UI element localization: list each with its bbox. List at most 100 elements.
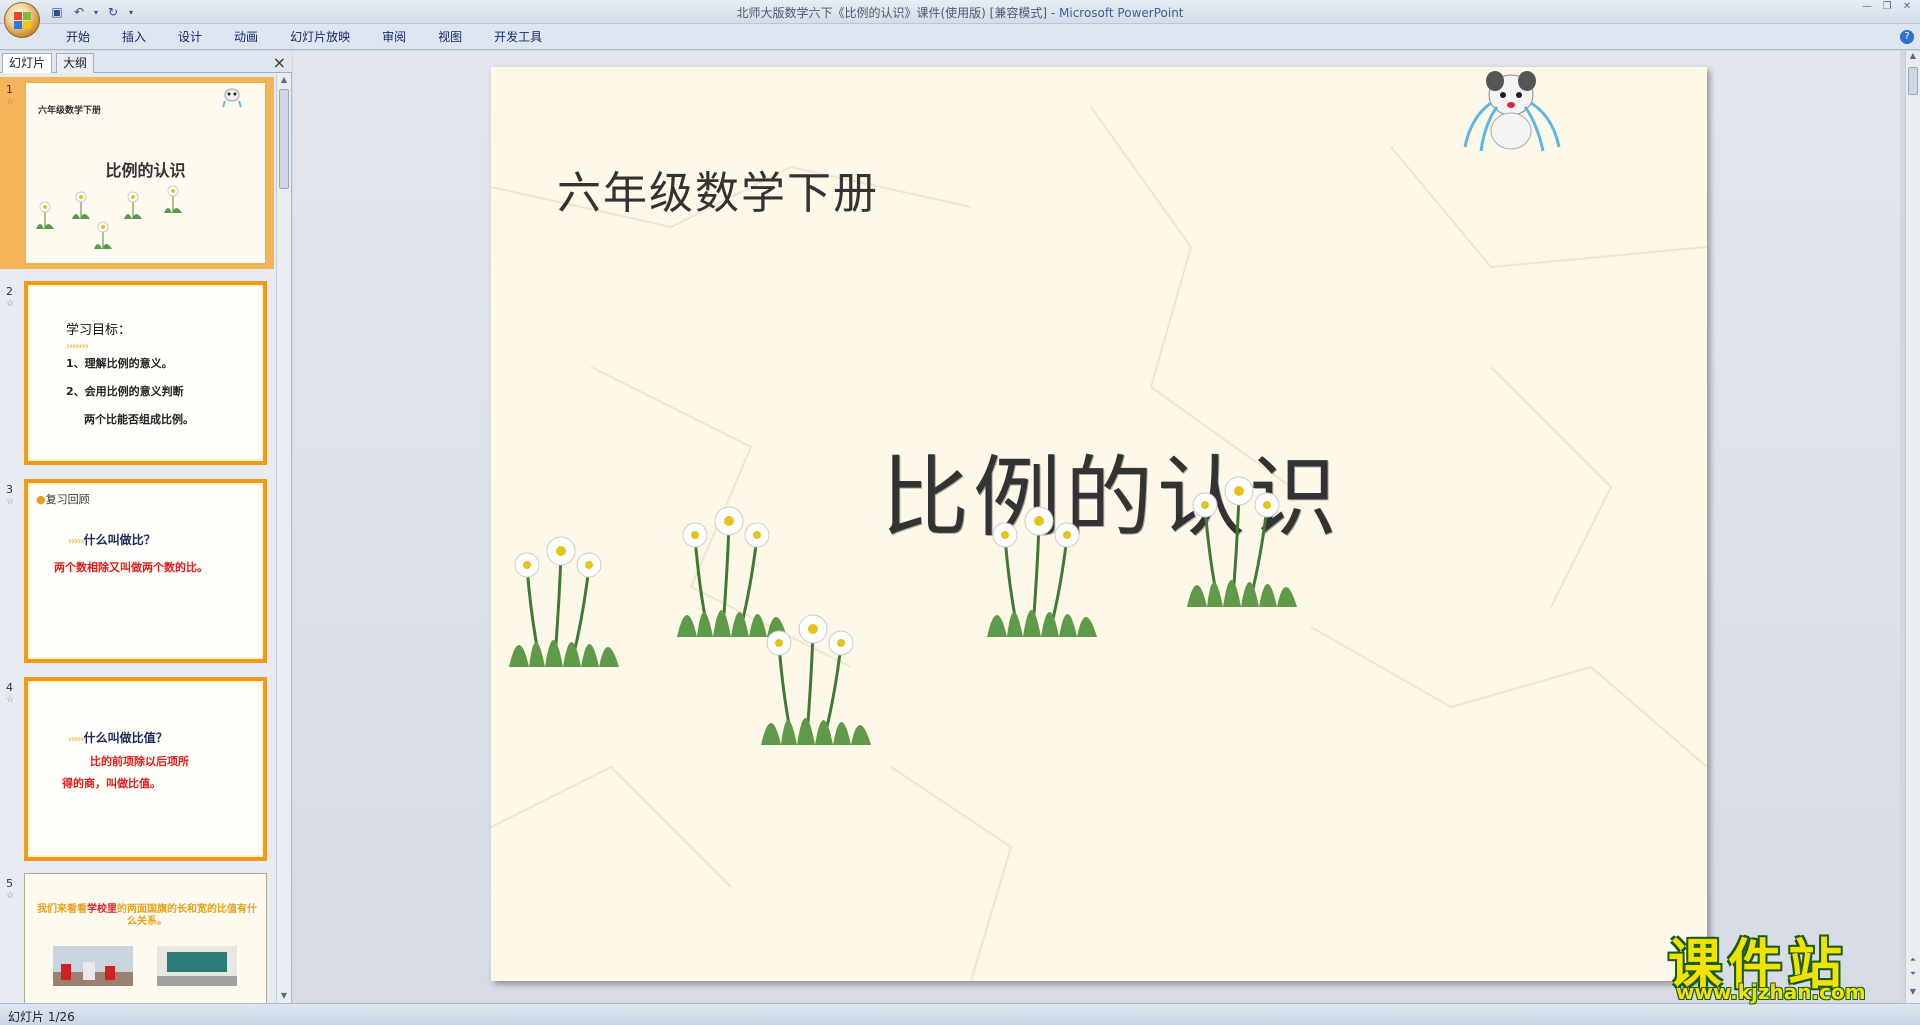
scroll-up-icon[interactable]: ▲ [1906, 51, 1920, 63]
chevron-decoration-icon: ››››››› [66, 341, 89, 352]
thumbnail-1[interactable]: 1 ☆ 六年级数学下册 比例的认识 [0, 77, 274, 269]
objective-line: 两个比能否组成比例。 [84, 413, 194, 426]
slide-subtitle: 六年级数学下册 [557, 168, 879, 219]
thumbnail-slide: 六年级数学下册 比例的认识 [24, 81, 267, 265]
thumbnail-number: 3 [6, 483, 13, 496]
previous-slide-icon[interactable]: ⏶ [1906, 955, 1920, 967]
daisy-flowers-icon [509, 536, 619, 667]
close-pane-icon[interactable]: × [273, 53, 286, 72]
office-button[interactable] [4, 2, 40, 38]
tab-view[interactable]: 视图 [422, 29, 478, 45]
flag-photo-image [53, 946, 133, 986]
bullet-icon: ● [36, 493, 46, 506]
question-label: 什么叫做比值？ [83, 731, 168, 745]
thumbnail-slide: 学习目标： ››››››› 1、理解比例的意义。 2、会用比例的意义判断 两个比能… [24, 281, 267, 465]
thumbnail-heading: 学习目标： ››››››› [66, 319, 131, 353]
thumbnail-slide: 我们来看看学校里的两面国旗的长和宽的比值有什么关系。 [24, 873, 267, 1003]
daisy-flowers-icon [761, 614, 871, 745]
text-part: 我们来看看 [37, 904, 87, 915]
animation-star-icon: ☆ [6, 891, 15, 901]
objective-line: 2、会用比例的意义判断 [66, 385, 184, 398]
app-name: Microsoft PowerPoint [1059, 6, 1184, 20]
office-logo-icon [14, 12, 32, 30]
slides-pane: 幻灯片 大纲 × 1 ☆ 六年级数学下册 比例的认识 2 ☆ 学习目标： ›››… [0, 51, 292, 1003]
tab-outline[interactable]: 大纲 [56, 53, 95, 73]
scroll-up-icon[interactable]: ▲ [277, 75, 291, 87]
document-title: 北师大版数学六下《比例的认识》课件(使用版) [兼容模式] [736, 6, 1048, 20]
daisy-flowers-icon [1187, 476, 1297, 607]
close-icon[interactable]: ✕ [1900, 2, 1914, 12]
thumbnail-4[interactable]: 4 ☆ ›››››什么叫做比值？ 比的前项除以后项所 得的商，叫做比值。 [0, 675, 274, 865]
thumbnail-number: 5 [6, 877, 13, 890]
help-icon[interactable]: ? [1900, 30, 1914, 44]
tab-review[interactable]: 审阅 [366, 29, 422, 45]
thumbnail-text: 我们来看看学校里的两面国旗的长和宽的比值有什么关系。 [37, 904, 257, 928]
tab-slideshow[interactable]: 幻灯片放映 [274, 29, 366, 45]
chevron-decoration-icon: ››››› [68, 536, 85, 547]
tab-home[interactable]: 开始 [50, 29, 106, 45]
ribbon-tab-bar: 开始 插入 设计 动画 幻灯片放映 审阅 视图 开发工具 ? [0, 24, 1920, 50]
next-slide-icon[interactable]: ⏷ [1906, 969, 1920, 981]
scroll-down-icon[interactable]: ▼ [1906, 987, 1920, 999]
tab-slides[interactable]: 幻灯片 [2, 53, 53, 73]
tab-insert[interactable]: 插入 [106, 29, 162, 45]
status-bar: 幻灯片 1/26 [0, 1003, 1920, 1025]
flower-icon [164, 185, 182, 213]
text-part: 的两面国旗的长和宽的比值有什么关系。 [117, 904, 257, 927]
answer-text: 两个数相除又叫做两个数的比。 [54, 561, 208, 574]
question-label: 什么叫做比？ [83, 533, 156, 547]
question-text: ›››››什么叫做比值？ [68, 729, 168, 746]
minimize-icon[interactable]: — [1860, 2, 1874, 12]
animation-star-icon: ☆ [6, 497, 15, 507]
flower-icon [36, 201, 54, 229]
animation-star-icon: ☆ [6, 299, 15, 309]
thumbnail-5[interactable]: 5 ☆ 我们来看看学校里的两面国旗的长和宽的比值有什么关系。 [0, 871, 274, 1003]
watermark-url: www.kjzhan.com [1676, 980, 1866, 1004]
scrollbar-thumb[interactable] [279, 89, 289, 189]
window-controls: — ❐ ✕ [1860, 2, 1914, 12]
slide-counter: 幻灯片 1/26 [8, 1010, 75, 1024]
thumbnail-slide: ●复习回顾 ›››››什么叫做比？ 两个数相除又叫做两个数的比。 [24, 479, 267, 663]
classroom-photo-image [157, 946, 237, 986]
text-part: 学校里 [87, 904, 117, 915]
daisy-flowers-icon [987, 506, 1097, 637]
tab-design[interactable]: 设计 [162, 29, 218, 45]
thumbnail-2[interactable]: 2 ☆ 学习目标： ››››››› 1、理解比例的意义。 2、会用比例的意义判断 … [0, 279, 274, 469]
animation-star-icon: ☆ [6, 97, 15, 107]
tab-animations[interactable]: 动画 [218, 29, 274, 45]
title-separator: - [1047, 6, 1059, 20]
objective-line: 1、理解比例的意义。 [66, 357, 173, 370]
pane-tabs: 幻灯片 大纲 × [0, 51, 292, 73]
thumbnail-number: 4 [6, 681, 13, 694]
thumbnail-list: 1 ☆ 六年级数学下册 比例的认识 2 ☆ 学习目标： ››››››› 1、理解比… [0, 75, 274, 1003]
title-bar: ▣ ↶ ▾ ↻ ▾ 北师大版数学六下《比例的认识》课件(使用版) [兼容模式] … [0, 0, 1920, 38]
slide-editor: 六年级数学下册 比例的认识 [293, 51, 1900, 1003]
restore-icon[interactable]: ❐ [1880, 2, 1894, 12]
scroll-down-icon[interactable]: ▼ [277, 991, 291, 1003]
question-text: ›››››什么叫做比？ [68, 531, 156, 548]
animation-star-icon: ☆ [6, 695, 15, 705]
answer-text: 得的商，叫做比值。 [62, 777, 161, 790]
scrollbar-thumb[interactable] [1908, 67, 1918, 95]
flower-icon [124, 191, 142, 219]
watermark: 课件站 www.kjzhan.com [1668, 920, 1908, 1004]
thumbnail-number: 1 [6, 83, 13, 96]
thumbnail-slide: ›››››什么叫做比值？ 比的前项除以后项所 得的商，叫做比值。 [24, 677, 267, 861]
crying-cartoon-icon [1463, 71, 1561, 152]
chevron-decoration-icon: ››››› [68, 734, 85, 745]
review-label-text: 复习回顾 [45, 493, 90, 506]
flower-icon [94, 221, 112, 249]
thumbnail-3[interactable]: 3 ☆ ●复习回顾 ›››››什么叫做比？ 两个数相除又叫做两个数的比。 [0, 477, 274, 667]
tab-developer[interactable]: 开发工具 [478, 29, 558, 45]
window-title: 北师大版数学六下《比例的认识》课件(使用版) [兼容模式] - Microsof… [0, 4, 1920, 21]
review-label: ●复习回顾 [36, 491, 90, 507]
cartoon-icon [222, 88, 242, 108]
thumbnail-subtitle: 六年级数学下册 [38, 106, 102, 116]
answer-text: 比的前项除以后项所 [90, 755, 189, 768]
thumbnail-scrollbar[interactable]: ▲ ▼ [276, 75, 290, 1003]
objectives-heading: 学习目标： [66, 323, 132, 338]
flower-icon [72, 191, 90, 219]
thumbnail-title: 比例的认识 [105, 161, 186, 180]
current-slide[interactable]: 六年级数学下册 比例的认识 [491, 67, 1707, 981]
slide-scrollbar[interactable]: ▲ ⏶ ⏷ ▼ [1905, 51, 1920, 1003]
